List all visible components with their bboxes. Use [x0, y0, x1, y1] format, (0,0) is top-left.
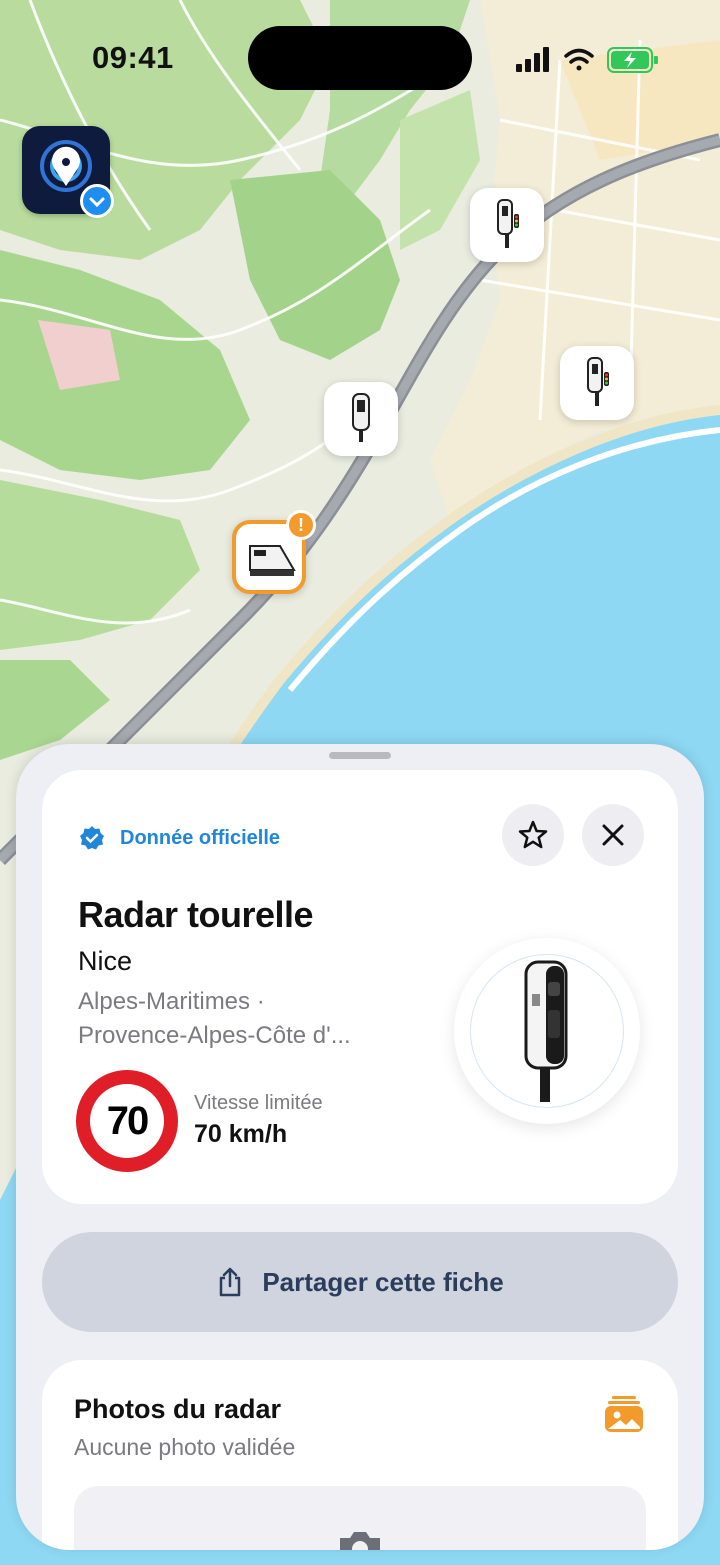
radar-marker-traffic-light[interactable] — [470, 188, 544, 262]
favorite-button[interactable] — [502, 804, 564, 866]
radar-marker-mobile-selected[interactable]: ! — [232, 510, 316, 594]
share-button[interactable]: Partager cette fiche — [42, 1232, 678, 1332]
radar-region-line2: Provence-Alpes-Côte d'... — [78, 1022, 351, 1049]
tourelle-radar-icon — [352, 393, 370, 442]
camera-icon — [340, 1532, 380, 1550]
radar-city: Nice — [78, 946, 133, 976]
radar-region-line1: Alpes-Maritimes · — [78, 988, 265, 1015]
sheet-grabber[interactable] — [329, 752, 391, 759]
verified-check-icon — [80, 184, 114, 218]
star-icon — [518, 820, 548, 849]
traffic-light-radar-icon — [587, 357, 609, 406]
tourelle-radar-illustration — [524, 960, 568, 1102]
radar-marker-traffic-light[interactable] — [560, 346, 634, 420]
speed-limit-sign-value: 70 — [90, 1084, 164, 1158]
traffic-light-radar-icon — [497, 199, 519, 248]
share-icon — [220, 1267, 241, 1297]
speed-limit-label: Vitesse limitée — [194, 1092, 323, 1114]
photo-placeholder[interactable] — [74, 1486, 646, 1550]
official-data-label: Donnée officielle — [120, 826, 281, 849]
warning-icon: ! — [286, 510, 316, 540]
radar-type-title: Radar tourelle — [78, 894, 314, 935]
photos-section: Photos du radar Aucune photo validée — [42, 1360, 678, 1550]
radar-info-card: Donnée officielle Radar tourelle Nice Al… — [42, 770, 678, 1204]
speed-limit-value: 70 km/h — [194, 1120, 288, 1148]
radar-detail-sheet[interactable]: Donnée officielle Radar tourelle Nice Al… — [16, 744, 704, 1550]
radar-image — [454, 938, 640, 1124]
verified-badge-icon — [80, 826, 104, 850]
status-time: 09:41 — [92, 40, 174, 75]
photos-subtitle: Aucune photo validée — [74, 1434, 296, 1460]
app-logo-badge[interactable] — [22, 126, 114, 218]
battery-charging-icon — [607, 47, 658, 73]
close-icon — [602, 824, 624, 846]
radar-marker-tourelle[interactable] — [324, 382, 398, 456]
status-icons — [516, 47, 658, 73]
wifi-icon — [564, 48, 594, 71]
share-button-label: Partager cette fiche — [262, 1266, 504, 1297]
official-data-badge: Donnée officielle — [78, 824, 280, 852]
photo-stack-icon[interactable] — [604, 1394, 644, 1434]
speed-limit-sign: 70 — [76, 1070, 178, 1172]
close-button[interactable] — [582, 804, 644, 866]
photos-title: Photos du radar — [74, 1394, 282, 1424]
dynamic-island — [248, 26, 472, 90]
cellular-icon — [516, 47, 549, 72]
